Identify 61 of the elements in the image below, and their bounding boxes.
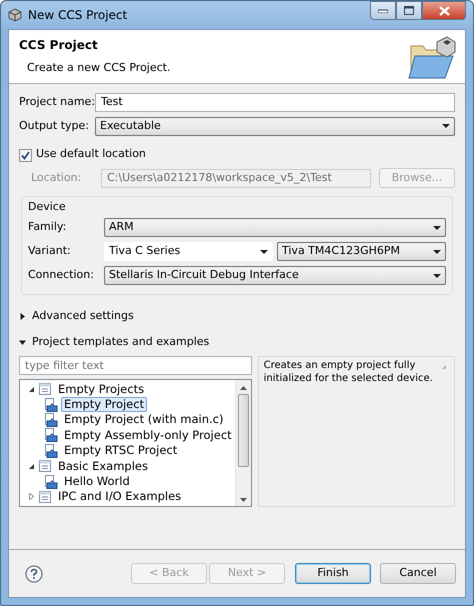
caret-icon (433, 274, 441, 278)
dialog-button[interactable]: Cancel (380, 563, 456, 584)
folder-icon (38, 382, 52, 396)
group-title: Device (28, 199, 66, 215)
scrollbar-thumb[interactable] (238, 394, 249, 466)
section-toggle[interactable]: Advanced settings (19, 308, 455, 326)
device-dropdown[interactable]: Tiva TM4C123GH6PM (277, 242, 446, 261)
field-label: Family: (28, 219, 68, 236)
tree-item[interactable]: Empty RTSC Project (61, 443, 180, 458)
caret-icon (433, 226, 441, 230)
collapsed-triangle-icon (19, 313, 26, 320)
minimize-icon (378, 8, 388, 12)
page-subtitle: Create a new CCS Project. (26, 60, 172, 76)
caret-icon (260, 250, 268, 254)
project-icon (44, 412, 58, 427)
tree-item[interactable]: Empty Projects (55, 382, 148, 397)
checkbox[interactable] (19, 148, 32, 160)
maximize-button[interactable] (396, 1, 422, 20)
tree-item[interactable]: Basic Examples (55, 458, 151, 474)
checkbox-label: Use default location (36, 146, 146, 162)
tree-item[interactable]: Empty Project (61, 397, 148, 412)
filter-field[interactable]: type filter text (19, 356, 252, 374)
field-label: Output type: (19, 118, 90, 134)
scroll-down-icon[interactable] (240, 498, 247, 502)
variant-combo[interactable]: Tiva C Series (104, 242, 273, 261)
page-title: CCS Project (19, 37, 99, 54)
window-title: New CCS Project (28, 7, 128, 24)
project-name-field[interactable]: Test (95, 92, 455, 112)
family-dropdown[interactable]: ARM (104, 218, 446, 237)
folder-icon (38, 490, 52, 504)
section-toggle[interactable]: Project templates and examples (19, 334, 455, 352)
output-type-dropdown[interactable]: Executable (95, 116, 455, 136)
project-icon (44, 428, 58, 442)
field-label: Location: (30, 170, 82, 186)
scroll-up-icon[interactable] (240, 386, 247, 390)
field-label: Variant: (28, 243, 72, 260)
template-description: Creates an empty project fully initialized for the selected device. (264, 358, 434, 386)
caret-icon (442, 124, 450, 128)
tree-item[interactable]: Empty Assembly-only Project (61, 428, 235, 443)
connection-dropdown[interactable]: Stellaris In-Circuit Debug Interface (104, 266, 446, 285)
app-icon (8, 8, 22, 22)
close-button[interactable] (422, 1, 466, 20)
folder-icon (407, 36, 457, 80)
tree-item[interactable]: Empty Project (with main.c) (61, 412, 226, 428)
close-icon (438, 6, 450, 16)
expand-arrow-icon[interactable] (28, 386, 35, 393)
tree-item[interactable]: Hello World (61, 474, 133, 490)
folder-icon (38, 459, 52, 474)
expanded-triangle-icon (19, 339, 26, 346)
caret-icon (433, 250, 441, 254)
project-icon (44, 398, 58, 412)
project-icon (44, 444, 58, 458)
field-label: Connection: (28, 267, 95, 284)
help-icon[interactable] (25, 564, 43, 582)
maximize-icon (404, 6, 414, 15)
tree-item[interactable]: IPC and I/O Examples (55, 489, 184, 504)
dialog-button[interactable]: Finish (295, 563, 371, 584)
expand-arrow-icon[interactable] (28, 462, 35, 470)
project-icon (44, 474, 58, 489)
minimize-button[interactable] (370, 1, 396, 20)
scrollbar[interactable] (234, 380, 251, 506)
